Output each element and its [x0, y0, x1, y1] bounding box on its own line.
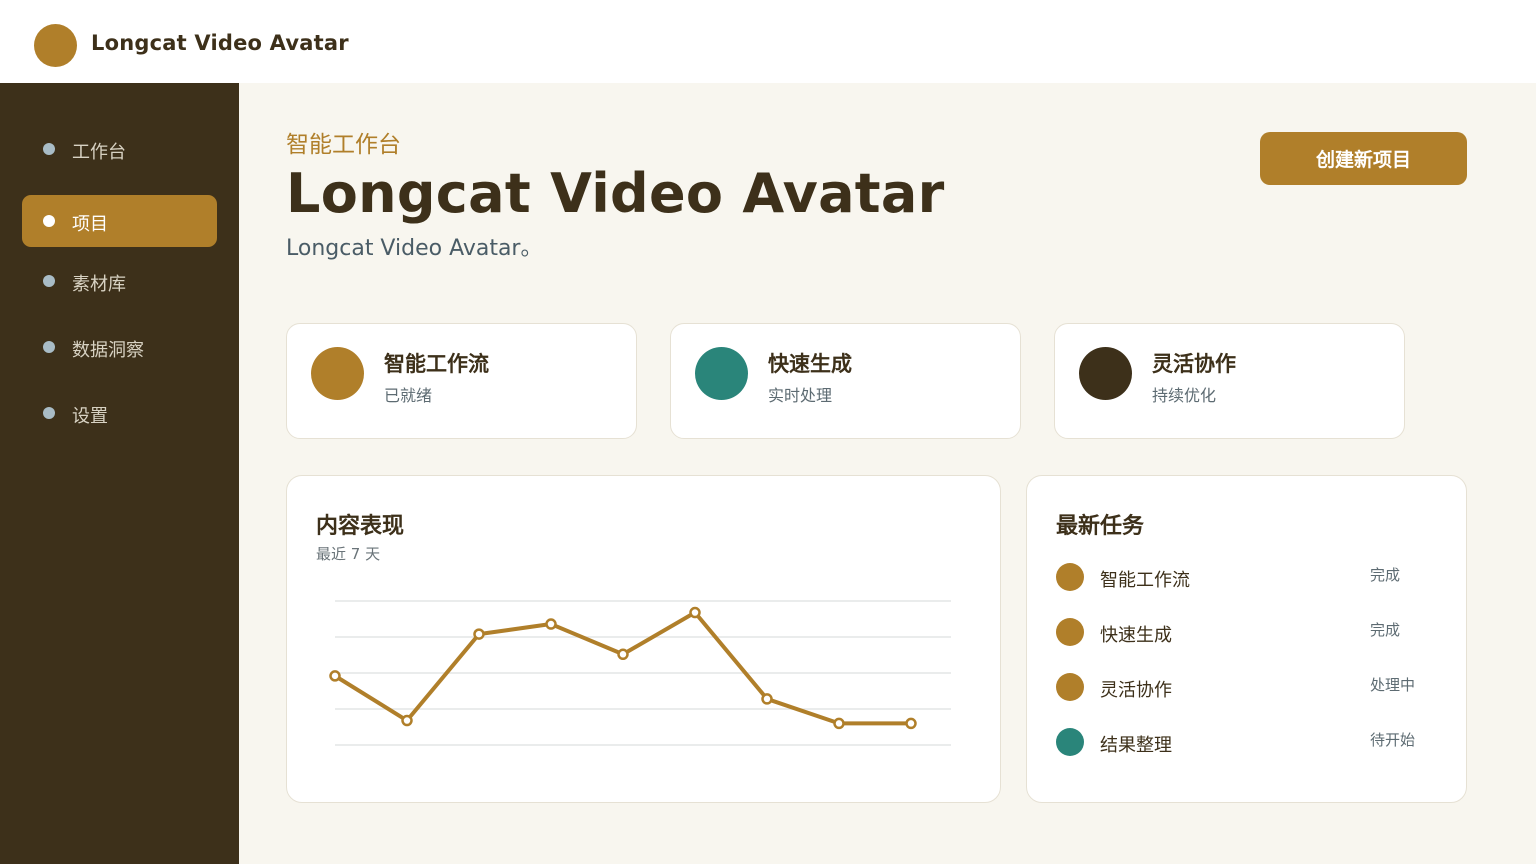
task-status-dot-icon — [1056, 563, 1084, 591]
sidebar-item-label: 工作台 — [72, 142, 126, 163]
sidebar-item-assets[interactable]: 素材库 — [22, 255, 217, 307]
chart-data-point[interactable] — [689, 606, 701, 619]
task-row[interactable]: 结果整理 待开始 — [1056, 725, 1436, 757]
task-status: 处理中 — [1370, 676, 1416, 694]
task-status-dot-icon — [1056, 673, 1084, 701]
chart-data-point[interactable] — [617, 648, 629, 661]
nav-dot-icon — [43, 275, 55, 287]
sidebar-item-workbench[interactable]: 工作台 — [22, 123, 217, 175]
feature-circle-icon — [695, 347, 748, 400]
top-bar: Longcat Video Avatar — [0, 0, 1536, 83]
feature-title: 灵活协作 — [1152, 352, 1236, 376]
logo-icon — [34, 24, 77, 67]
chart-data-point[interactable] — [761, 693, 773, 705]
sidebar-item-label: 项目 — [72, 214, 108, 235]
feature-subtitle: 实时处理 — [768, 386, 833, 405]
performance-panel: 内容表现 最近 7 天 — [286, 475, 1001, 803]
nav-dot-icon — [43, 215, 55, 227]
feature-circle-icon — [1079, 347, 1132, 400]
nav-dot-icon — [43, 407, 55, 419]
chart-data-point[interactable] — [905, 717, 917, 730]
chart-data-point[interactable] — [545, 618, 557, 630]
tasks-panel: 最新任务 智能工作流 完成 快速生成 完成 灵活协作 处理中 结果整理 待开始 — [1026, 475, 1467, 803]
nav-dot-icon — [43, 341, 55, 353]
task-row[interactable]: 智能工作流 完成 — [1056, 560, 1436, 592]
task-name: 结果整理 — [1100, 735, 1172, 756]
task-status: 待开始 — [1370, 731, 1416, 749]
page-eyebrow: 智能工作台 — [286, 132, 401, 158]
feature-card-collaboration[interactable]: 灵活协作 持续优化 — [1054, 323, 1405, 439]
task-name: 快速生成 — [1100, 625, 1172, 646]
page-subtitle: Longcat Video Avatar。 — [286, 236, 543, 261]
chart-data-point[interactable] — [473, 628, 485, 640]
sidebar-item-insights[interactable]: 数据洞察 — [22, 321, 217, 373]
feature-circle-icon — [311, 347, 364, 400]
feature-subtitle: 持续优化 — [1152, 386, 1217, 405]
page-title: Longcat Video Avatar — [286, 162, 945, 225]
task-status-dot-icon — [1056, 618, 1084, 646]
sidebar-item-projects[interactable]: 项目 — [22, 195, 217, 247]
task-status: 完成 — [1370, 566, 1401, 584]
create-project-button[interactable]: 创建新项目 — [1260, 132, 1467, 185]
task-name: 灵活协作 — [1100, 680, 1172, 701]
chart-data-point[interactable] — [401, 714, 413, 727]
task-name: 智能工作流 — [1100, 570, 1190, 591]
chart-series-line — [333, 610, 913, 726]
app-title: Longcat Video Avatar — [91, 31, 349, 55]
task-row[interactable]: 灵活协作 处理中 — [1056, 670, 1436, 702]
feature-card-generation[interactable]: 快速生成 实时处理 — [670, 323, 1021, 439]
tasks-title: 最新任务 — [1056, 514, 1145, 539]
feature-card-workflow[interactable]: 智能工作流 已就绪 — [286, 323, 637, 439]
chart-data-point[interactable] — [833, 717, 845, 730]
task-status-dot-icon — [1056, 728, 1084, 756]
sidebar-item-label: 设置 — [72, 406, 108, 427]
feature-title: 智能工作流 — [384, 352, 489, 376]
sidebar-item-settings[interactable]: 设置 — [22, 387, 217, 439]
task-status: 完成 — [1370, 621, 1401, 639]
nav-dot-icon — [43, 143, 55, 155]
sidebar: 工作台 项目 素材库 数据洞察 设置 — [0, 83, 239, 864]
performance-line-chart — [329, 600, 951, 746]
sidebar-item-label: 数据洞察 — [72, 340, 144, 361]
sidebar-item-label: 素材库 — [72, 274, 126, 295]
feature-subtitle: 已就绪 — [384, 386, 433, 405]
task-row[interactable]: 快速生成 完成 — [1056, 615, 1436, 647]
chart-data-point[interactable] — [329, 670, 341, 682]
feature-title: 快速生成 — [768, 352, 852, 376]
